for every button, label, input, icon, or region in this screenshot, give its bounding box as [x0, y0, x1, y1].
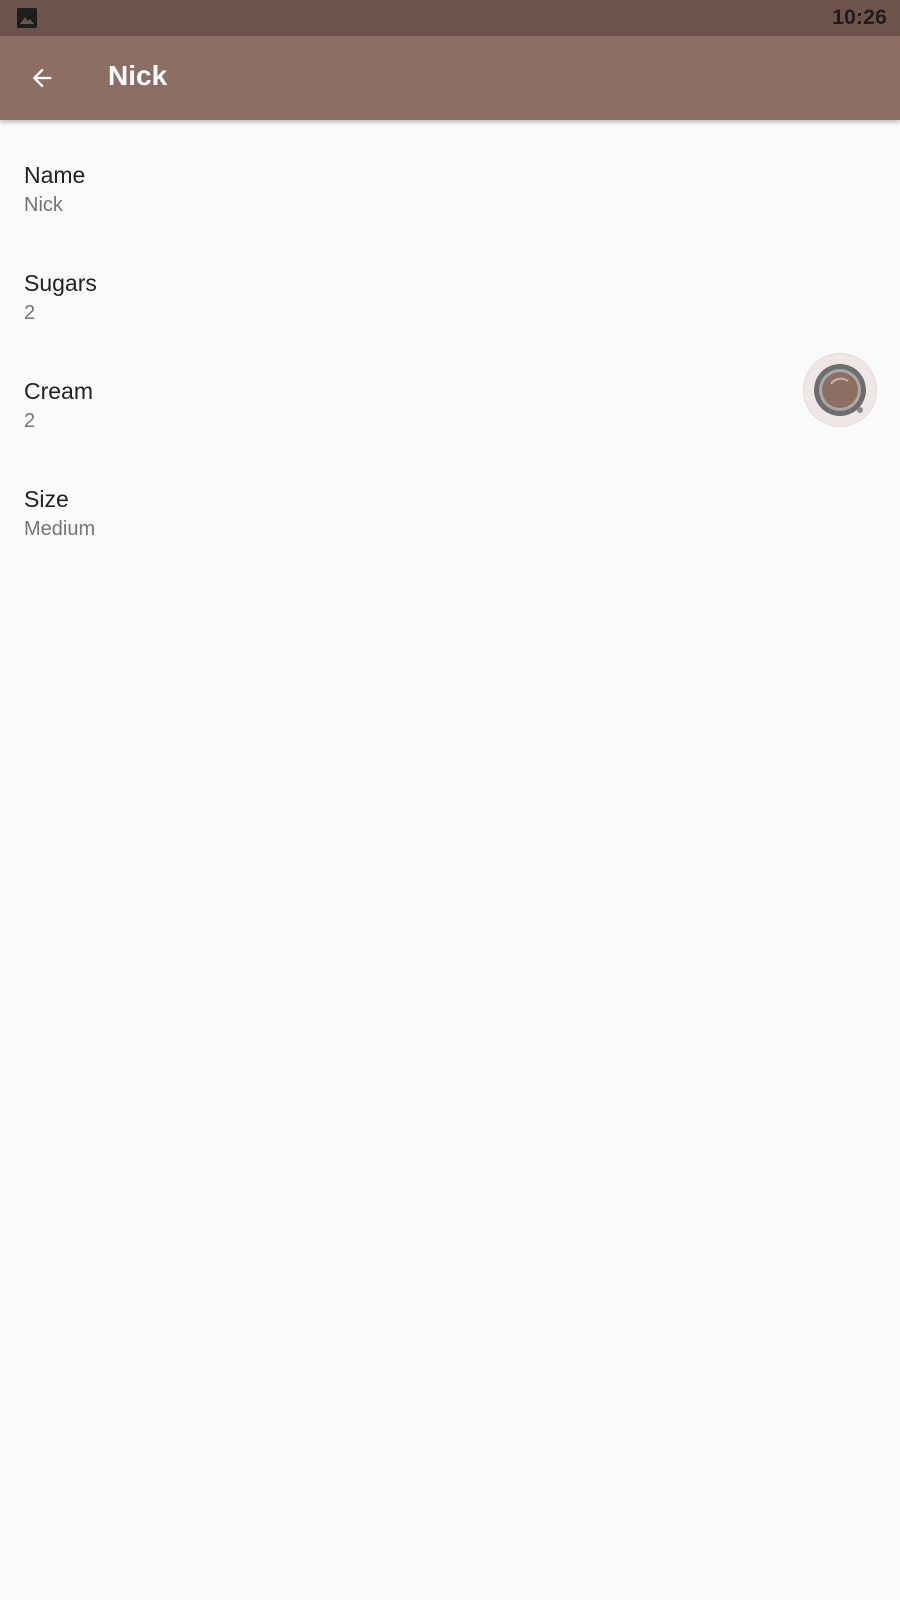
detail-value: 2	[24, 302, 36, 324]
coffee-cup-icon	[814, 364, 866, 416]
detail-item-name: Name Nick	[0, 136, 900, 244]
detail-label: Name	[24, 162, 86, 188]
detail-item-size: Size Medium	[0, 460, 900, 568]
detail-label: Sugars	[24, 270, 97, 296]
app-bar: Nick	[0, 36, 900, 120]
detail-item-sugars: Sugars 2	[0, 244, 900, 352]
arrow-back-icon	[32, 68, 52, 88]
status-clock: 10:26	[832, 6, 887, 29]
image-icon	[17, 8, 37, 28]
detail-label: Size	[24, 486, 69, 512]
back-button[interactable]	[18, 54, 66, 102]
avatar	[804, 354, 876, 426]
detail-value: Nick	[24, 194, 63, 216]
detail-item-cream: Cream 2	[0, 352, 900, 460]
detail-list: Name Nick Sugars 2 Cream 2 Size Medium	[0, 120, 900, 1600]
page-title: Nick	[108, 60, 168, 91]
status-bar: 10:26	[0, 0, 900, 36]
detail-value: Medium	[24, 518, 96, 540]
detail-value: 2	[24, 410, 36, 432]
detail-label: Cream	[24, 378, 94, 404]
